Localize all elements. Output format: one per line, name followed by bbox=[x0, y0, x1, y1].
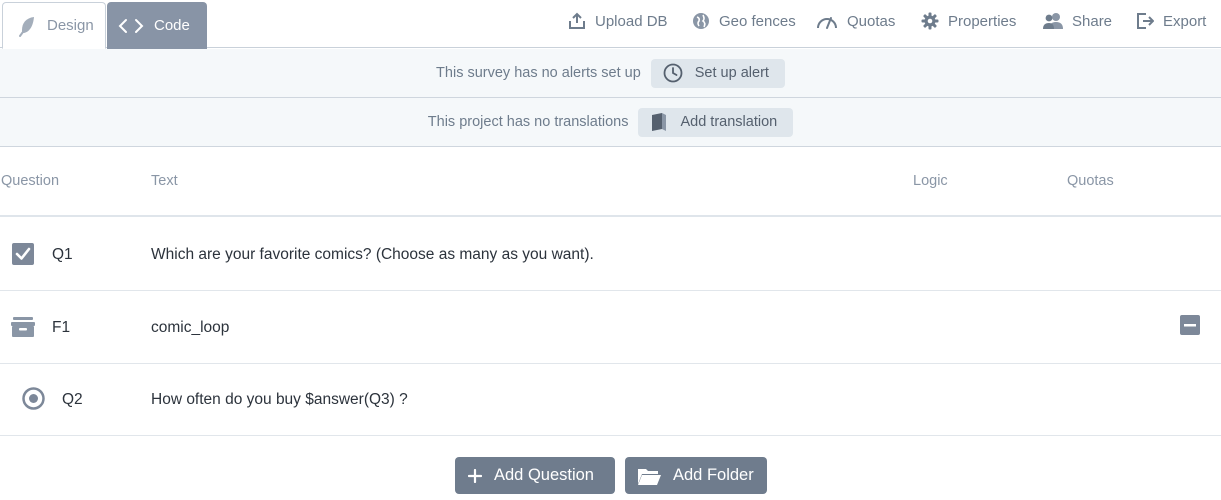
question-text: How often do you buy $answer(Q3) ? bbox=[151, 391, 408, 408]
add-translation-button[interactable]: Add translation bbox=[638, 107, 794, 137]
header-logic: Logic bbox=[913, 173, 948, 189]
share-label: Share bbox=[1072, 12, 1113, 30]
add-question-button[interactable]: Add Question bbox=[455, 457, 615, 494]
properties-button[interactable]: Properties bbox=[921, 10, 1016, 32]
tab-design[interactable]: Design bbox=[2, 2, 106, 49]
set-up-alert-label: Set up alert bbox=[694, 65, 769, 81]
feather-icon bbox=[17, 15, 37, 37]
collapse-icon[interactable] bbox=[1180, 315, 1200, 335]
question-id: Q1 bbox=[52, 246, 73, 263]
alerts-notice: This survey has no alerts set up Set up … bbox=[0, 49, 1221, 98]
add-folder-button[interactable]: Add Folder bbox=[625, 457, 767, 494]
tab-code[interactable]: Code bbox=[107, 2, 207, 49]
properties-label: Properties bbox=[948, 12, 1017, 30]
globe-icon bbox=[693, 13, 709, 29]
question-text: Which are your favorite comics? (Choose … bbox=[151, 246, 594, 263]
translations-notice: This project has no translations Add tra… bbox=[0, 98, 1221, 147]
export-label: Export bbox=[1163, 12, 1207, 30]
folder-name: comic_loop bbox=[151, 319, 230, 336]
tab-design-label: Design bbox=[47, 17, 94, 34]
code-icon bbox=[118, 18, 144, 34]
quotas-button[interactable]: Quotas bbox=[816, 10, 895, 32]
header-text: Text bbox=[151, 173, 178, 189]
header-quotas: Quotas bbox=[1067, 173, 1114, 189]
top-bar: Design Code Upload DB Geo fences Quotas bbox=[0, 0, 1221, 49]
add-translation-label: Add translation bbox=[680, 114, 778, 130]
upload-db-button[interactable]: Upload DB bbox=[568, 10, 668, 32]
tab-code-label: Code bbox=[154, 17, 190, 34]
export-button[interactable]: Export bbox=[1136, 10, 1206, 32]
export-icon bbox=[1137, 13, 1154, 29]
geo-fences-label: Geo fences bbox=[719, 12, 796, 30]
folder-box-icon bbox=[11, 316, 35, 338]
users-icon bbox=[1043, 13, 1063, 29]
checkbox-icon bbox=[12, 243, 34, 265]
gauge-icon bbox=[817, 17, 837, 29]
set-up-alert-button[interactable]: Set up alert bbox=[650, 58, 785, 88]
radio-icon bbox=[22, 387, 45, 410]
clock-icon bbox=[663, 63, 683, 83]
header-question: Question bbox=[1, 173, 60, 189]
table-row[interactable]: F1 comic_loop bbox=[0, 291, 1221, 364]
geo-fences-button[interactable]: Geo fences bbox=[692, 10, 796, 32]
translations-message: This project has no translations bbox=[427, 114, 629, 130]
folder-id: F1 bbox=[52, 319, 71, 336]
table-row[interactable]: Q1 Which are your favorite comics? (Choo… bbox=[0, 219, 1221, 291]
upload-tray-icon bbox=[569, 12, 585, 29]
add-folder-label: Add Folder bbox=[673, 466, 754, 484]
alerts-message: This survey has no alerts set up bbox=[436, 65, 641, 81]
table-header: Question Text Logic Quotas bbox=[0, 148, 1221, 217]
table-row[interactable]: Q2 How often do you buy $answer(Q3) ? bbox=[0, 364, 1221, 436]
question-id: Q2 bbox=[62, 391, 83, 408]
book-icon bbox=[652, 113, 667, 131]
share-button[interactable]: Share bbox=[1043, 10, 1112, 32]
add-question-label: Add Question bbox=[494, 466, 594, 484]
gear-icon bbox=[921, 12, 939, 30]
upload-db-label: Upload DB bbox=[595, 12, 668, 30]
folder-open-icon bbox=[638, 468, 661, 485]
quotas-label: Quotas bbox=[847, 12, 896, 30]
plus-icon bbox=[468, 468, 482, 483]
